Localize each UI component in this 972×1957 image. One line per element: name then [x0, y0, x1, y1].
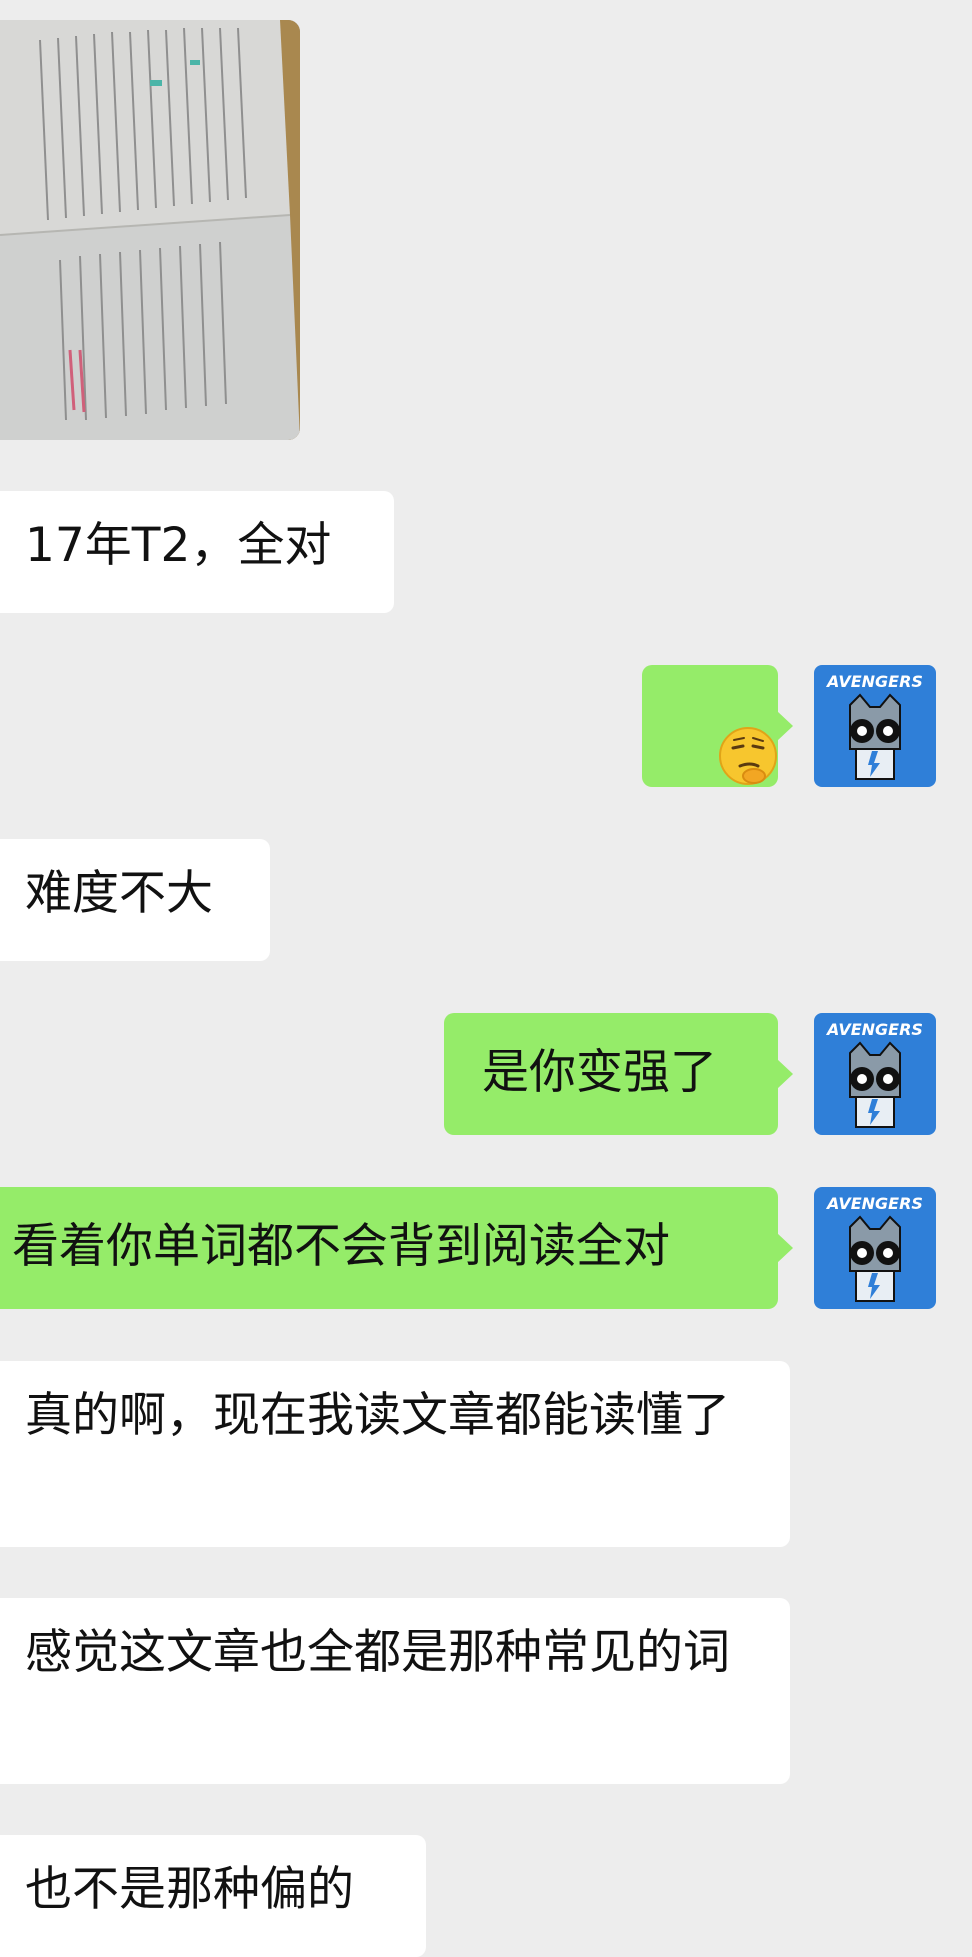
svg-text:AVENGERS: AVENGERS: [825, 1020, 923, 1039]
message-bubble[interactable]: 17年T2，全对: [0, 491, 394, 613]
received-photo[interactable]: [0, 20, 300, 440]
svg-text:AVENGERS: AVENGERS: [825, 672, 923, 691]
message-bubble[interactable]: 看着你单词都不会背到阅读全对: [0, 1187, 793, 1309]
message-text: 难度不大: [25, 866, 213, 921]
avatar[interactable]: AVENGERS: [814, 665, 936, 787]
avengers-cat-avatar-icon: AVENGERS: [814, 665, 936, 787]
svg-text:AVENGERS: AVENGERS: [825, 1194, 923, 1213]
message-text: 感觉这文章也全都是那种常见的词: [25, 1625, 730, 1680]
message-bubble[interactable]: 是你变强了: [444, 1013, 793, 1135]
avengers-cat-avatar-icon: AVENGERS: [814, 1013, 936, 1135]
message-text: 真的啊，现在我读文章都能读懂了: [25, 1388, 730, 1443]
paper-photo-image: [0, 20, 300, 440]
thinking-squint-emoji-icon: [719, 727, 777, 785]
message-bubble[interactable]: 真的啊，现在我读文章都能读懂了: [0, 1361, 790, 1547]
message-text: 17年T2，全对: [25, 518, 332, 573]
avatar[interactable]: AVENGERS: [814, 1187, 936, 1309]
message-text: 看着你单词都不会背到阅读全对: [12, 1219, 670, 1274]
chat-area[interactable]: 17年T2，全对 AVENGERS 难度不大 是你变强了 AVENGERS 看着…: [0, 0, 972, 1957]
message-bubble[interactable]: 也不是那种偏的: [0, 1835, 426, 1957]
message-text: 是你变强了: [482, 1045, 717, 1100]
avatar[interactable]: AVENGERS: [814, 1013, 936, 1135]
message-bubble[interactable]: 感觉这文章也全都是那种常见的词: [0, 1598, 790, 1784]
message-bubble-emoji[interactable]: [642, 665, 793, 787]
avengers-cat-avatar-icon: AVENGERS: [814, 1187, 936, 1309]
message-text: 也不是那种偏的: [25, 1862, 354, 1917]
message-bubble[interactable]: 难度不大: [0, 839, 270, 961]
